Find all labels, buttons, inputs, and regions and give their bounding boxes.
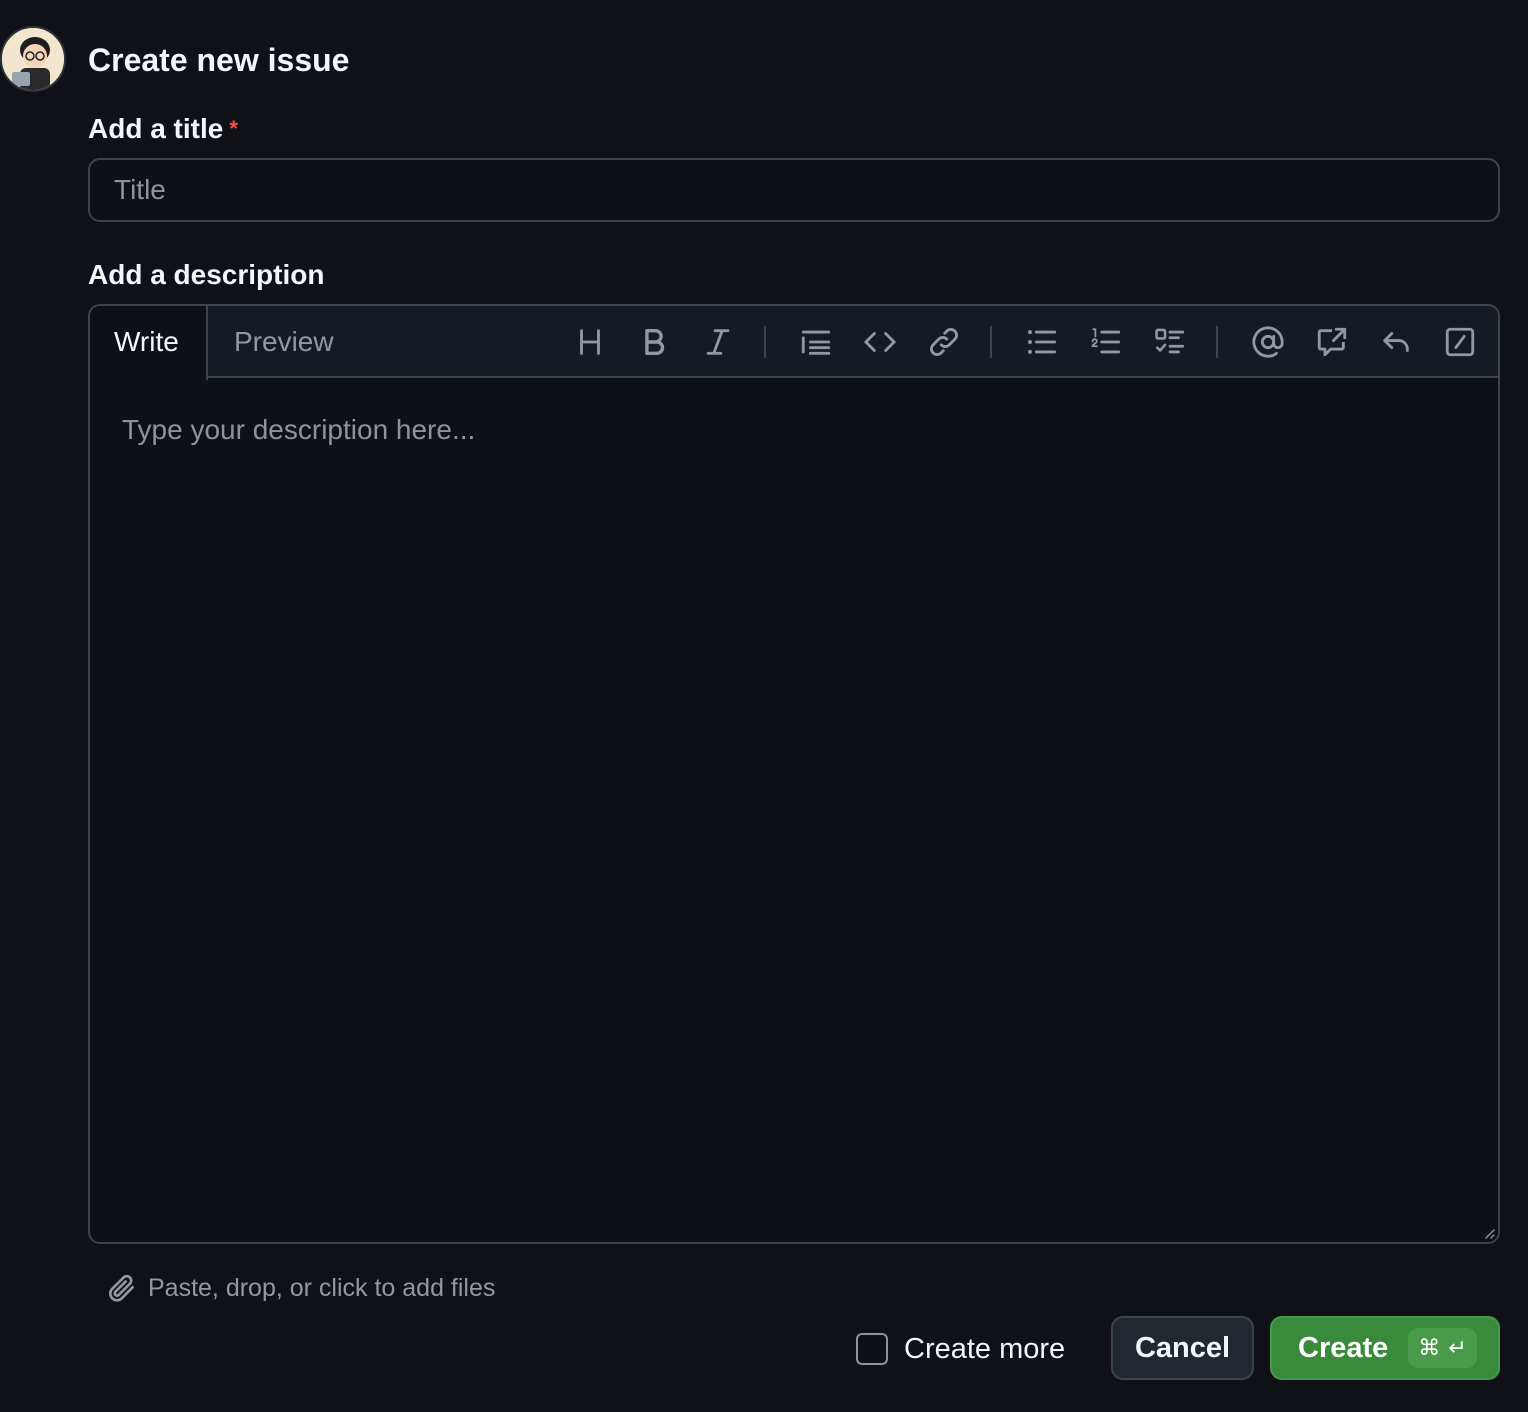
numbered-list-icon bbox=[1091, 328, 1121, 354]
saved-replies-button[interactable] bbox=[1372, 318, 1420, 366]
bulleted-list-button[interactable] bbox=[1018, 318, 1066, 366]
toolbar-divider bbox=[1216, 326, 1218, 358]
required-marker: * bbox=[229, 116, 238, 141]
description-textarea[interactable] bbox=[90, 380, 1498, 1242]
tab-write[interactable]: Write bbox=[90, 306, 208, 380]
quote-button[interactable] bbox=[792, 318, 840, 366]
bold-icon bbox=[645, 328, 665, 356]
link-icon bbox=[930, 328, 958, 356]
bold-button[interactable] bbox=[630, 318, 678, 366]
editor-toolbar: Write Preview bbox=[90, 306, 1498, 380]
link-button[interactable] bbox=[920, 318, 968, 366]
toolbar-divider bbox=[764, 326, 766, 358]
italic-icon bbox=[706, 329, 730, 355]
code-icon bbox=[864, 332, 896, 352]
heading-button[interactable] bbox=[566, 318, 614, 366]
saved-replies-icon bbox=[1383, 332, 1409, 352]
tab-preview[interactable]: Preview bbox=[210, 306, 358, 378]
code-button[interactable] bbox=[856, 318, 904, 366]
page-title: Create new issue bbox=[88, 42, 350, 78]
description-label: Add a description bbox=[88, 259, 325, 290]
mention-button[interactable] bbox=[1244, 318, 1292, 366]
heading-icon bbox=[580, 329, 600, 355]
attach-files-button[interactable]: Paste, drop, or click to add files bbox=[106, 1270, 495, 1306]
title-label: Add a title * bbox=[88, 112, 238, 146]
create-more-checkbox[interactable] bbox=[856, 1333, 888, 1365]
cancel-button[interactable]: Cancel bbox=[1111, 1316, 1254, 1380]
create-button-label: Create bbox=[1298, 1331, 1389, 1364]
bulleted-list-icon bbox=[1027, 330, 1057, 354]
command-key-icon: ⌘ bbox=[1418, 1335, 1441, 1360]
keyboard-shortcut-badge: ⌘ ↵ bbox=[1408, 1328, 1477, 1368]
slash-commands-icon bbox=[1445, 327, 1475, 357]
numbered-list-button[interactable] bbox=[1082, 318, 1130, 366]
attach-files-label: Paste, drop, or click to add files bbox=[148, 1273, 496, 1302]
paperclip-icon bbox=[109, 1274, 134, 1302]
avatar-image bbox=[2, 28, 64, 90]
title-label-text: Add a title bbox=[88, 113, 224, 144]
task-list-icon bbox=[1155, 328, 1185, 354]
markdown-editor: Write Preview bbox=[88, 304, 1500, 1244]
slash-commands-button[interactable] bbox=[1436, 318, 1484, 366]
cross-reference-button[interactable] bbox=[1308, 318, 1356, 366]
create-more-label: Create more bbox=[904, 1332, 1066, 1365]
quote-icon bbox=[801, 330, 831, 355]
title-input[interactable] bbox=[88, 158, 1500, 222]
return-key-icon: ↵ bbox=[1448, 1335, 1467, 1360]
resize-handle-icon[interactable] bbox=[1480, 1224, 1496, 1240]
create-more-toggle[interactable]: Create more bbox=[856, 1330, 1065, 1368]
mention-icon bbox=[1252, 326, 1284, 358]
cross-reference-icon bbox=[1317, 327, 1347, 357]
create-button[interactable]: Create ⌘ ↵ bbox=[1270, 1316, 1500, 1380]
italic-button[interactable] bbox=[694, 318, 742, 366]
task-list-button[interactable] bbox=[1146, 318, 1194, 366]
avatar[interactable] bbox=[0, 26, 66, 92]
toolbar-divider bbox=[990, 326, 992, 358]
